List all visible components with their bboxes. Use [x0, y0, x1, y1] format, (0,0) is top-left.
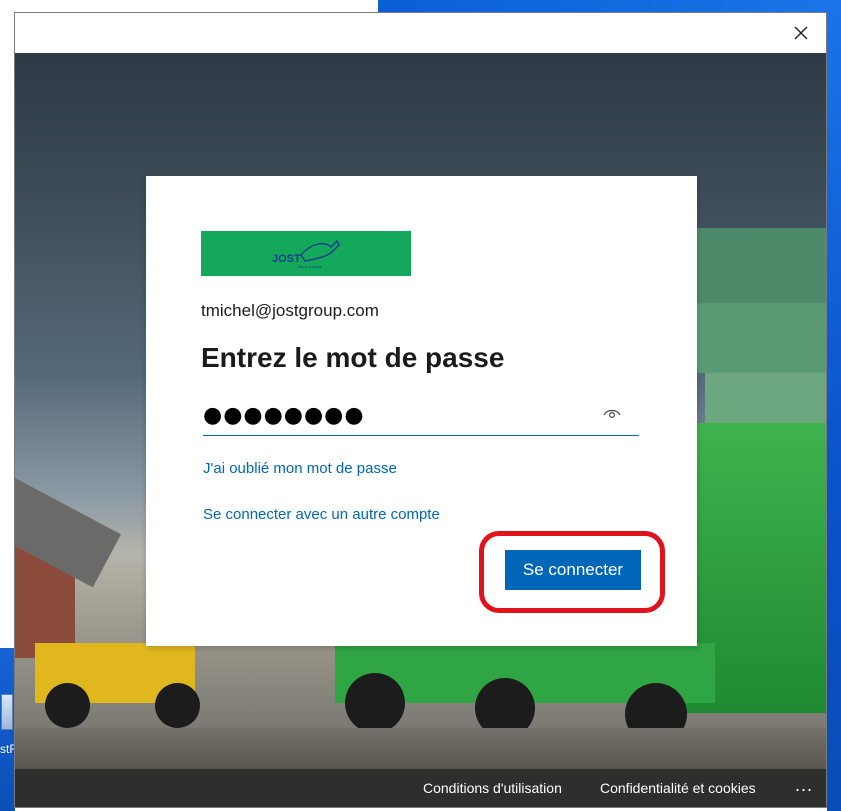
close-icon	[794, 26, 808, 40]
password-input[interactable]	[203, 396, 593, 434]
account-email: tmichel@jostgroup.com	[201, 301, 379, 320]
container-green-mid	[695, 303, 826, 373]
privacy-link[interactable]: Confidentialité et cookies	[600, 780, 756, 796]
jost-logo: JOST Key to success	[201, 231, 411, 276]
other-account-link[interactable]: Se connecter avec un autre compte	[203, 506, 440, 523]
signin-button[interactable]: Se connecter	[505, 550, 641, 590]
signin-window: JOST Key to success tmichel@jostgroup.co…	[14, 12, 827, 808]
more-options-button[interactable]: ...	[791, 776, 817, 799]
svg-text:JOST: JOST	[272, 253, 301, 265]
login-card: JOST Key to success tmichel@jostgroup.co…	[146, 176, 697, 646]
terms-link[interactable]: Conditions d'utilisation	[423, 780, 562, 796]
stacker-wheel	[45, 683, 90, 728]
kangaroo-logo-icon: JOST Key to success	[272, 239, 340, 269]
title-bar	[15, 13, 826, 53]
page-title: Entrez le mot de passe	[201, 342, 505, 373]
shortcut-icon	[1, 694, 13, 730]
forgot-password-link[interactable]: J'ai oublié mon mot de passe	[203, 460, 397, 477]
stacker-wheel	[155, 683, 200, 728]
truck-wheel	[345, 673, 405, 733]
eye-icon[interactable]	[603, 406, 621, 420]
footer-bar: Conditions d'utilisation Confidentialité…	[15, 769, 826, 807]
close-button[interactable]	[790, 22, 812, 44]
desktop-wallpaper-right	[827, 0, 841, 811]
password-field[interactable]	[203, 396, 639, 436]
ground	[15, 728, 826, 769]
desktop-shortcut[interactable]: stF	[0, 690, 17, 760]
container-green-top	[695, 228, 826, 303]
svg-text:Key to success: Key to success	[298, 265, 322, 269]
